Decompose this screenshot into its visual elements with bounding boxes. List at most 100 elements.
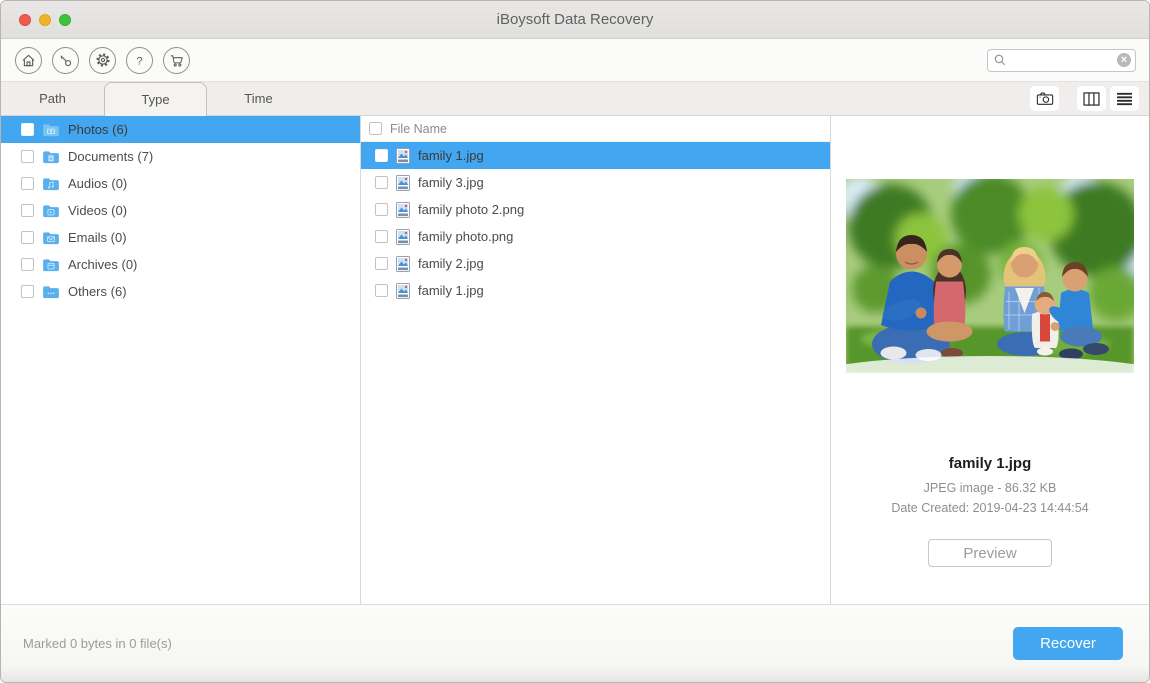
file-row[interactable]: family 1.jpg [361,142,830,169]
checkbox[interactable] [21,258,34,271]
category-row-emails[interactable]: Emails (0) [1,224,360,251]
tabs: Path Type Time [1,82,361,116]
checkbox[interactable] [21,177,34,190]
checkbox[interactable] [375,176,388,189]
file-row[interactable]: family photo.png [361,223,830,250]
tab-time[interactable]: Time [207,82,310,115]
file-name: family 1.jpg [418,148,484,163]
category-list: Photos (6) Documents (7) Audios (0) Vide… [1,116,361,604]
home-icon [22,54,35,66]
column-view-button[interactable] [1077,86,1106,111]
recover-button[interactable]: Recover [1013,627,1123,660]
file-name: family 3.jpg [418,175,484,190]
help-button[interactable]: ? [126,46,153,74]
folder-icon [43,177,59,190]
image-file-icon [396,282,410,299]
file-name: family 1.jpg [418,283,484,298]
folder-icon [43,258,59,271]
folder-icon [43,231,59,244]
file-row[interactable]: family 1.jpg [361,277,830,304]
category-row-archives[interactable]: Archives (0) [1,251,360,278]
clear-search-icon[interactable]: × [1117,53,1131,67]
category-label: Others (6) [68,284,127,299]
folder-icon [43,204,59,217]
folder-icon [43,150,59,163]
column-view-icon [1083,91,1100,106]
toolbar: ? × [1,39,1149,81]
list-view-icon [1117,92,1132,105]
image-file-icon [396,174,410,191]
image-file-icon [396,228,410,245]
search-input[interactable] [1007,53,1117,67]
category-label: Videos (0) [68,203,128,218]
image-file-icon [396,201,410,218]
category-row-photos[interactable]: Photos (6) [1,116,360,143]
marked-status-text: Marked 0 bytes in 0 file(s) [23,636,172,651]
checkbox[interactable] [375,284,388,297]
checkbox[interactable] [21,123,34,136]
checkbox[interactable] [375,230,388,243]
preview-image [846,179,1134,373]
settings-button[interactable] [89,46,116,74]
traffic-lights [19,14,71,26]
category-row-audios[interactable]: Audios (0) [1,170,360,197]
key-button[interactable] [52,46,79,74]
file-name-column-header: File Name [390,121,447,136]
toolbar-icons: ? [15,46,190,74]
zoom-button[interactable] [59,14,71,26]
folder-icon [43,123,59,136]
checkbox[interactable] [21,285,34,298]
file-list: File Name family 1.jpg family 3.jpg fami… [361,116,831,604]
file-name: family 2.jpg [418,256,484,271]
category-label: Photos (6) [68,122,128,137]
category-row-others[interactable]: Others (6) [1,278,360,305]
tab-path[interactable]: Path [1,82,104,115]
key-icon [60,54,72,66]
footer-bar: Marked 0 bytes in 0 file(s) Recover [1,604,1149,682]
preview-type-size: JPEG image - 86.32 KB [923,481,1057,495]
category-label: Audios (0) [68,176,128,191]
checkbox[interactable] [21,204,34,217]
camera-icon [1036,92,1053,105]
question-icon: ? [136,55,142,67]
home-button[interactable] [15,46,42,74]
view-controls [1030,82,1149,115]
preview-date-created: Date Created: 2019-04-23 14:44:54 [891,501,1089,515]
file-row[interactable]: family photo 2.png [361,196,830,223]
checkbox[interactable] [375,149,388,162]
image-file-icon [396,147,410,164]
tab-bar: Path Type Time [1,81,1149,116]
checkbox[interactable] [21,150,34,163]
category-row-documents[interactable]: Documents (7) [1,143,360,170]
category-row-videos[interactable]: Videos (0) [1,197,360,224]
file-row[interactable]: family 3.jpg [361,169,830,196]
image-file-icon [396,255,410,272]
checkbox[interactable] [21,231,34,244]
gear-icon [95,53,110,67]
content-area: Photos (6) Documents (7) Audios (0) Vide… [1,116,1149,604]
snapshot-button[interactable] [1030,86,1059,111]
app-window: iBoysoft Data Recovery ? × Path Type Tim… [0,0,1150,683]
titlebar: iBoysoft Data Recovery [1,1,1149,39]
file-name: family photo 2.png [418,202,525,217]
cart-icon [170,54,183,67]
preview-button[interactable]: Preview [928,539,1052,567]
select-all-checkbox[interactable] [369,122,382,135]
svg-text:?: ? [136,55,142,67]
checkbox[interactable] [375,203,388,216]
file-row[interactable]: family 2.jpg [361,250,830,277]
file-name: family photo.png [418,229,514,244]
tab-type[interactable]: Type [104,82,207,116]
window-title: iBoysoft Data Recovery [496,11,654,28]
category-label: Documents (7) [68,149,154,164]
category-label: Emails (0) [68,230,127,245]
close-button[interactable] [19,14,31,26]
store-button[interactable] [163,46,190,74]
search-icon [994,54,1006,66]
search-box[interactable]: × [987,48,1136,72]
list-view-button[interactable] [1110,86,1139,111]
minimize-button[interactable] [39,14,51,26]
preview-file-name: family 1.jpg [948,455,1032,472]
category-label: Archives (0) [68,257,138,272]
checkbox[interactable] [375,257,388,270]
